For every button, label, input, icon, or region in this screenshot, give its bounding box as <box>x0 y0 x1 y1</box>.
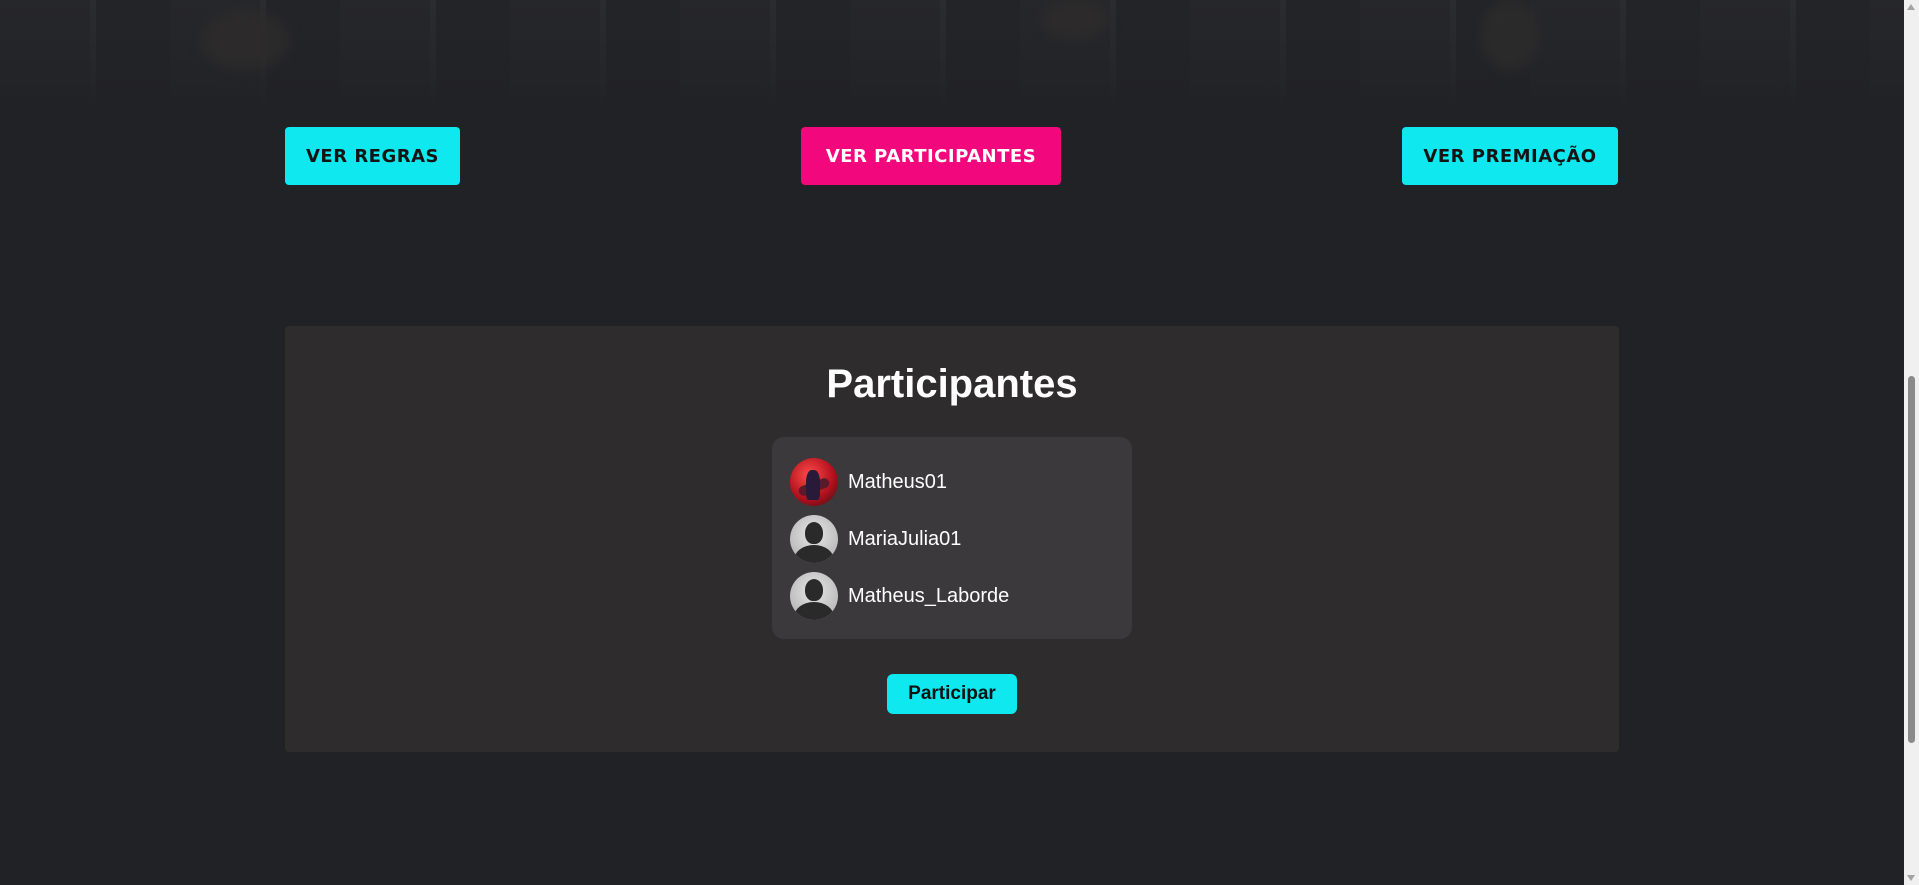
scroll-down-icon[interactable] <box>1907 875 1915 881</box>
view-participants-button[interactable]: Ver Participantes <box>801 127 1061 185</box>
default-user-avatar <box>790 515 838 563</box>
participant-name: MariaJulia01 <box>848 527 962 550</box>
view-prizes-button[interactable]: Ver Premiação <box>1402 127 1618 185</box>
vertical-scrollbar[interactable] <box>1904 0 1919 885</box>
join-button[interactable]: Participar <box>887 674 1017 714</box>
participant-item[interactable]: Matheus_Laborde <box>790 571 1009 621</box>
participant-item[interactable]: MariaJulia01 <box>790 514 961 564</box>
participants-panel: Participantes Matheus01 MariaJulia01 Mat… <box>285 326 1619 752</box>
participant-item[interactable]: Matheus01 <box>790 457 947 507</box>
hero-banner-image <box>0 0 1904 108</box>
participant-name: Matheus_Laborde <box>848 584 1010 607</box>
banner-figure <box>1040 0 1110 40</box>
default-user-avatar <box>790 572 838 620</box>
participants-list: Matheus01 MariaJulia01 Matheus_Laborde <box>772 437 1132 639</box>
photo-avatar <box>790 458 838 506</box>
participant-name: Matheus01 <box>848 470 947 493</box>
panel-title: Participantes <box>826 362 1078 406</box>
scroll-thumb[interactable] <box>1908 376 1915 743</box>
banner-figure <box>1480 0 1540 70</box>
scroll-up-icon[interactable] <box>1907 4 1915 10</box>
view-rules-button[interactable]: Ver Regras <box>285 127 460 185</box>
banner-figure <box>200 10 290 70</box>
